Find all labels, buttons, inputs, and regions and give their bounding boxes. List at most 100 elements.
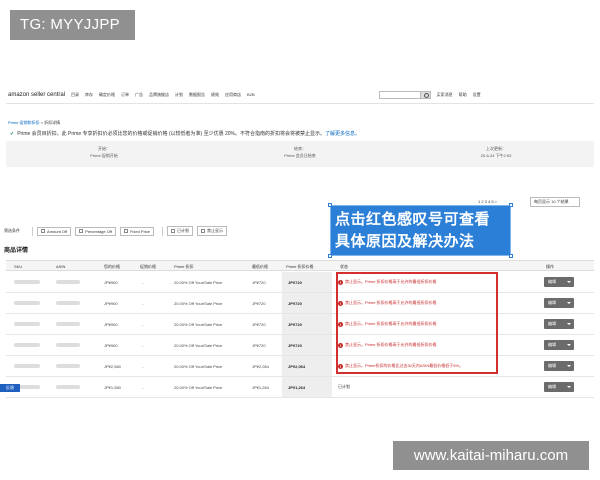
watermark-top: TG: MYYJJPP xyxy=(10,10,135,40)
col-your-price[interactable]: 您的价格 xyxy=(104,264,120,270)
status-text: 已计划 xyxy=(338,384,350,389)
table-row: JP¥900 - 20.00% Off Your/Sale Price JP¥720 J… xyxy=(6,272,594,293)
prime-discount: 20.00% Off Your/Sale Price xyxy=(174,322,223,327)
prime-discount: 20.00% Off Your/Sale Price xyxy=(174,364,223,369)
action-dropdown-button[interactable]: 编辑 xyxy=(544,340,574,350)
nav-item-programs[interactable]: 计划 xyxy=(175,92,183,98)
asin-redacted xyxy=(56,385,80,389)
col-prime-discount[interactable]: Prime 折扣 xyxy=(174,264,194,270)
table-row: JP¥900 - 20.00% Off Your/Sale Price JP¥720 J… xyxy=(6,293,594,314)
check-icon: ✔ xyxy=(10,131,15,137)
amazon-logo[interactable]: amazon seller central xyxy=(8,92,65,98)
table-row: JP¥2,580 - 20.00% Off Your/Sale Price JP¥2,… xyxy=(6,356,594,377)
sku-redacted xyxy=(14,280,40,284)
your-price: JP¥2,580 xyxy=(104,364,121,369)
col-min-price[interactable]: 最低价格 xyxy=(252,264,268,270)
notice-banner: ✔ Prime 会员目折扣。此 Prime 专享折扣价必须比您的价格或促销价格 (… xyxy=(10,131,361,137)
checkbox-icon xyxy=(79,229,84,233)
checkbox-icon xyxy=(171,229,176,233)
filter-fixed-price[interactable]: Fixed Price xyxy=(120,226,155,236)
info-start: 开始： Prime 促销开始 xyxy=(90,146,118,158)
col-prime-price[interactable]: Prime 折扣价格 xyxy=(286,264,314,270)
your-price: JP¥900 xyxy=(104,280,118,285)
sku-redacted xyxy=(14,343,40,347)
asin-redacted xyxy=(56,280,80,284)
promo-price: - xyxy=(142,280,144,285)
checkbox-icon xyxy=(41,229,45,233)
feedback-tab[interactable]: 反馈 xyxy=(0,384,20,392)
col-sku[interactable]: SKU xyxy=(14,264,22,269)
your-price: JP¥900 xyxy=(104,343,118,348)
nav-item-reports[interactable]: 数据报告 xyxy=(189,92,205,98)
filter-percentage-off[interactable]: Percentage Off xyxy=(75,226,117,236)
col-asin[interactable]: ASIN xyxy=(56,264,65,269)
nav-search-input[interactable] xyxy=(378,90,421,99)
breadcrumb: Prime 促销和折扣 > 折扣详情 xyxy=(8,120,61,125)
asin-redacted xyxy=(56,364,80,368)
checkbox-icon xyxy=(124,229,129,233)
prime-price: JP¥1,264 xyxy=(288,385,306,390)
min-price: JP¥720 xyxy=(252,301,266,306)
your-price: JP¥1,580 xyxy=(104,385,121,390)
pagination[interactable]: 1 2 3 4 5 > xyxy=(478,199,497,204)
min-price: JP¥720 xyxy=(252,280,266,285)
nav-link-settings[interactable]: 设置 xyxy=(473,92,481,98)
table-row: JP¥900 - 20.00% Off Your/Sale Price JP¥720 J… xyxy=(6,335,594,356)
filter-bar: 筛选条件 Amount Off Percentage Off Fixed Pri… xyxy=(4,226,231,236)
action-dropdown-button[interactable]: 编辑 xyxy=(544,319,574,329)
prime-price: JP¥720 xyxy=(288,280,302,285)
prime-discount: 20.00% Off Your/Sale Price xyxy=(174,301,223,306)
prime-price: JP¥2,064 xyxy=(288,364,306,369)
nav-item-performance[interactable]: 绩效 xyxy=(211,92,219,98)
nav-link-messages[interactable]: 买家消息 xyxy=(437,92,453,98)
promo-price: - xyxy=(142,301,144,306)
promo-price: - xyxy=(142,322,144,327)
instruction-callout: 点击红色感叹号可查看 具体原因及解决办法 xyxy=(328,203,513,258)
filter-label: 筛选条件 xyxy=(4,228,20,233)
nav-item-b2b[interactable]: B2B xyxy=(247,92,255,97)
prime-discount: 20.00% Off Your/Sale Price xyxy=(174,385,223,390)
action-dropdown-button[interactable]: 编辑 xyxy=(544,382,574,392)
col-action: 操作 xyxy=(546,264,554,269)
search-icon[interactable] xyxy=(420,90,431,99)
asin-redacted xyxy=(56,301,80,305)
nav-item-pricing[interactable]: 确定价格 xyxy=(99,92,115,98)
your-price: JP¥900 xyxy=(104,301,118,306)
min-price: JP¥1,264 xyxy=(252,385,269,390)
nav-link-help[interactable]: 帮助 xyxy=(459,92,467,98)
learn-more-link[interactable]: 了解更多信息。 xyxy=(325,131,360,137)
page-size-select[interactable]: 每页显示 10 个结果 xyxy=(530,197,580,207)
prime-discount: 20.00% Off Your/Sale Price xyxy=(174,343,223,348)
table-row: JP¥900 - 20.00% Off Your/Sale Price JP¥720 J… xyxy=(6,314,594,335)
nav-item-appstore[interactable]: 应用商店 xyxy=(225,92,241,98)
nav-item-catalog[interactable]: 目录 xyxy=(71,92,79,98)
action-dropdown-button[interactable]: 编辑 xyxy=(544,298,574,308)
info-updated: 上次更新： 20-6-24 下午2:53 xyxy=(480,146,512,158)
nav-item-inventory[interactable]: 库存 xyxy=(85,92,93,98)
filter-amount-off[interactable]: Amount Off xyxy=(37,226,72,236)
top-nav: amazon seller central 目录 库存 确定价格 订单 广告 品… xyxy=(6,86,594,104)
breadcrumb-current: 折扣详情 xyxy=(44,120,61,125)
nav-item-orders[interactable]: 订单 xyxy=(121,92,129,98)
sku-redacted xyxy=(14,364,40,368)
filter-scheduled[interactable]: 已计划 xyxy=(167,226,194,236)
col-status[interactable]: 状态 xyxy=(340,264,348,270)
callout-text: 点击红色感叹号可查看 具体原因及解决办法 xyxy=(335,211,491,250)
prime-discount: 20.00% Off Your/Sale Price xyxy=(174,280,223,285)
error-highlight-box xyxy=(336,272,498,374)
asin-redacted xyxy=(56,343,80,347)
asin-redacted xyxy=(56,322,80,326)
promotion-info-panel: 开始： Prime 促销开始 结束： Prime 会员日结束 上次更新： 20-6-2… xyxy=(6,141,594,167)
table-row: JP¥1,580 - 20.00% Off Your/Sale Price JP¥1,… xyxy=(6,377,594,398)
nav-item-advertising[interactable]: 广告 xyxy=(135,92,143,98)
min-price: JP¥720 xyxy=(252,322,266,327)
promo-price: - xyxy=(142,343,144,348)
prime-price: JP¥720 xyxy=(288,322,302,327)
filter-suppressed[interactable]: 禁止显示 xyxy=(197,226,228,236)
action-dropdown-button[interactable]: 编辑 xyxy=(544,361,574,371)
your-price: JP¥900 xyxy=(104,322,118,327)
nav-item-stores[interactable]: 品牌旗舰店 xyxy=(149,92,169,98)
action-dropdown-button[interactable]: 编辑 xyxy=(544,277,574,287)
breadcrumb-link[interactable]: Prime 促销和折扣 xyxy=(8,120,40,125)
col-promo-price[interactable]: 促销价格 xyxy=(140,264,156,270)
